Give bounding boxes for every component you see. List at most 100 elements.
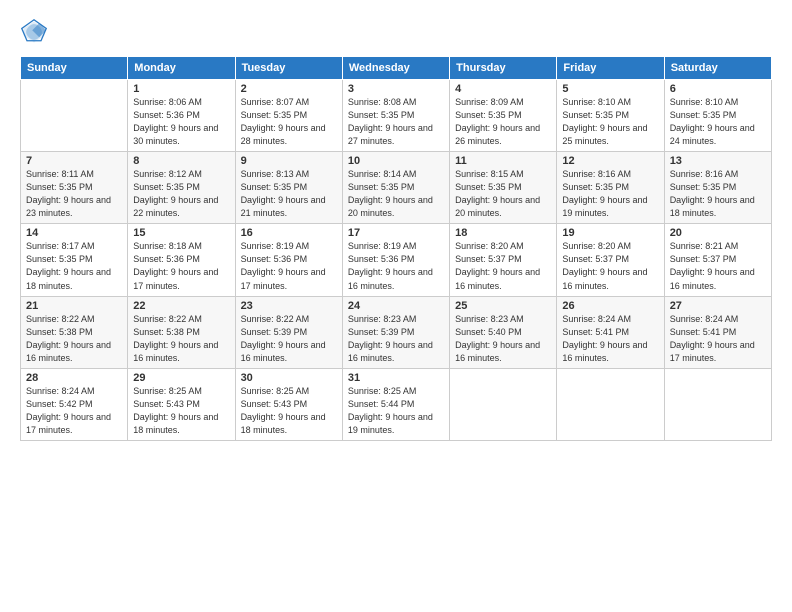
weekday-header-sunday: Sunday [21,57,128,80]
header [20,18,772,46]
day-info: Sunrise: 8:14 AMSunset: 5:35 PMDaylight:… [348,168,444,220]
day-number: 1 [133,83,229,95]
day-cell: 9Sunrise: 8:13 AMSunset: 5:35 PMDaylight… [235,152,342,224]
day-info: Sunrise: 8:20 AMSunset: 5:37 PMDaylight:… [455,240,551,292]
day-cell: 18Sunrise: 8:20 AMSunset: 5:37 PMDayligh… [450,224,557,296]
day-cell: 12Sunrise: 8:16 AMSunset: 5:35 PMDayligh… [557,152,664,224]
weekday-header-row: SundayMondayTuesdayWednesdayThursdayFrid… [21,57,772,80]
day-number: 13 [670,155,766,167]
day-info: Sunrise: 8:21 AMSunset: 5:37 PMDaylight:… [670,240,766,292]
day-number: 11 [455,155,551,167]
day-cell [450,368,557,440]
day-number: 15 [133,227,229,239]
day-cell: 15Sunrise: 8:18 AMSunset: 5:36 PMDayligh… [128,224,235,296]
day-number: 18 [455,227,551,239]
day-info: Sunrise: 8:19 AMSunset: 5:36 PMDaylight:… [241,240,337,292]
day-cell: 19Sunrise: 8:20 AMSunset: 5:37 PMDayligh… [557,224,664,296]
week-row-3: 14Sunrise: 8:17 AMSunset: 5:35 PMDayligh… [21,224,772,296]
day-number: 25 [455,300,551,312]
day-info: Sunrise: 8:22 AMSunset: 5:38 PMDaylight:… [133,313,229,365]
day-cell: 28Sunrise: 8:24 AMSunset: 5:42 PMDayligh… [21,368,128,440]
day-number: 7 [26,155,122,167]
day-number: 14 [26,227,122,239]
day-info: Sunrise: 8:19 AMSunset: 5:36 PMDaylight:… [348,240,444,292]
day-info: Sunrise: 8:24 AMSunset: 5:41 PMDaylight:… [562,313,658,365]
day-number: 16 [241,227,337,239]
day-cell: 11Sunrise: 8:15 AMSunset: 5:35 PMDayligh… [450,152,557,224]
day-cell: 2Sunrise: 8:07 AMSunset: 5:35 PMDaylight… [235,80,342,152]
weekday-header-friday: Friday [557,57,664,80]
day-info: Sunrise: 8:15 AMSunset: 5:35 PMDaylight:… [455,168,551,220]
day-cell: 7Sunrise: 8:11 AMSunset: 5:35 PMDaylight… [21,152,128,224]
day-info: Sunrise: 8:22 AMSunset: 5:38 PMDaylight:… [26,313,122,365]
day-number: 20 [670,227,766,239]
day-cell [557,368,664,440]
weekday-header-thursday: Thursday [450,57,557,80]
day-cell: 14Sunrise: 8:17 AMSunset: 5:35 PMDayligh… [21,224,128,296]
weekday-header-tuesday: Tuesday [235,57,342,80]
day-info: Sunrise: 8:23 AMSunset: 5:39 PMDaylight:… [348,313,444,365]
calendar-table: SundayMondayTuesdayWednesdayThursdayFrid… [20,56,772,441]
day-info: Sunrise: 8:13 AMSunset: 5:35 PMDaylight:… [241,168,337,220]
day-cell [21,80,128,152]
day-number: 26 [562,300,658,312]
week-row-1: 1Sunrise: 8:06 AMSunset: 5:36 PMDaylight… [21,80,772,152]
day-number: 30 [241,372,337,384]
day-cell: 20Sunrise: 8:21 AMSunset: 5:37 PMDayligh… [664,224,771,296]
day-cell: 3Sunrise: 8:08 AMSunset: 5:35 PMDaylight… [342,80,449,152]
day-info: Sunrise: 8:11 AMSunset: 5:35 PMDaylight:… [26,168,122,220]
day-info: Sunrise: 8:07 AMSunset: 5:35 PMDaylight:… [241,96,337,148]
day-info: Sunrise: 8:25 AMSunset: 5:43 PMDaylight:… [241,385,337,437]
weekday-header-monday: Monday [128,57,235,80]
day-cell: 26Sunrise: 8:24 AMSunset: 5:41 PMDayligh… [557,296,664,368]
weekday-header-saturday: Saturday [664,57,771,80]
day-info: Sunrise: 8:06 AMSunset: 5:36 PMDaylight:… [133,96,229,148]
day-cell: 4Sunrise: 8:09 AMSunset: 5:35 PMDaylight… [450,80,557,152]
day-number: 27 [670,300,766,312]
day-number: 9 [241,155,337,167]
day-cell: 21Sunrise: 8:22 AMSunset: 5:38 PMDayligh… [21,296,128,368]
day-cell: 5Sunrise: 8:10 AMSunset: 5:35 PMDaylight… [557,80,664,152]
day-info: Sunrise: 8:18 AMSunset: 5:36 PMDaylight:… [133,240,229,292]
day-number: 19 [562,227,658,239]
logo-icon [20,18,48,46]
day-cell: 24Sunrise: 8:23 AMSunset: 5:39 PMDayligh… [342,296,449,368]
day-cell: 6Sunrise: 8:10 AMSunset: 5:35 PMDaylight… [664,80,771,152]
day-info: Sunrise: 8:08 AMSunset: 5:35 PMDaylight:… [348,96,444,148]
day-number: 29 [133,372,229,384]
day-info: Sunrise: 8:12 AMSunset: 5:35 PMDaylight:… [133,168,229,220]
day-info: Sunrise: 8:25 AMSunset: 5:43 PMDaylight:… [133,385,229,437]
day-info: Sunrise: 8:25 AMSunset: 5:44 PMDaylight:… [348,385,444,437]
day-info: Sunrise: 8:24 AMSunset: 5:42 PMDaylight:… [26,385,122,437]
day-info: Sunrise: 8:22 AMSunset: 5:39 PMDaylight:… [241,313,337,365]
day-cell: 29Sunrise: 8:25 AMSunset: 5:43 PMDayligh… [128,368,235,440]
day-cell: 8Sunrise: 8:12 AMSunset: 5:35 PMDaylight… [128,152,235,224]
day-info: Sunrise: 8:10 AMSunset: 5:35 PMDaylight:… [670,96,766,148]
week-row-4: 21Sunrise: 8:22 AMSunset: 5:38 PMDayligh… [21,296,772,368]
day-cell: 31Sunrise: 8:25 AMSunset: 5:44 PMDayligh… [342,368,449,440]
day-cell: 17Sunrise: 8:19 AMSunset: 5:36 PMDayligh… [342,224,449,296]
day-number: 4 [455,83,551,95]
day-cell: 23Sunrise: 8:22 AMSunset: 5:39 PMDayligh… [235,296,342,368]
day-info: Sunrise: 8:17 AMSunset: 5:35 PMDaylight:… [26,240,122,292]
day-number: 2 [241,83,337,95]
day-number: 22 [133,300,229,312]
day-number: 10 [348,155,444,167]
day-cell [664,368,771,440]
day-info: Sunrise: 8:20 AMSunset: 5:37 PMDaylight:… [562,240,658,292]
day-info: Sunrise: 8:09 AMSunset: 5:35 PMDaylight:… [455,96,551,148]
day-number: 31 [348,372,444,384]
day-cell: 16Sunrise: 8:19 AMSunset: 5:36 PMDayligh… [235,224,342,296]
day-cell: 22Sunrise: 8:22 AMSunset: 5:38 PMDayligh… [128,296,235,368]
day-number: 23 [241,300,337,312]
day-number: 3 [348,83,444,95]
day-number: 28 [26,372,122,384]
day-info: Sunrise: 8:16 AMSunset: 5:35 PMDaylight:… [562,168,658,220]
calendar-page: SundayMondayTuesdayWednesdayThursdayFrid… [0,0,792,612]
day-number: 12 [562,155,658,167]
logo [20,18,50,46]
week-row-2: 7Sunrise: 8:11 AMSunset: 5:35 PMDaylight… [21,152,772,224]
day-number: 24 [348,300,444,312]
day-info: Sunrise: 8:10 AMSunset: 5:35 PMDaylight:… [562,96,658,148]
weekday-header-wednesday: Wednesday [342,57,449,80]
